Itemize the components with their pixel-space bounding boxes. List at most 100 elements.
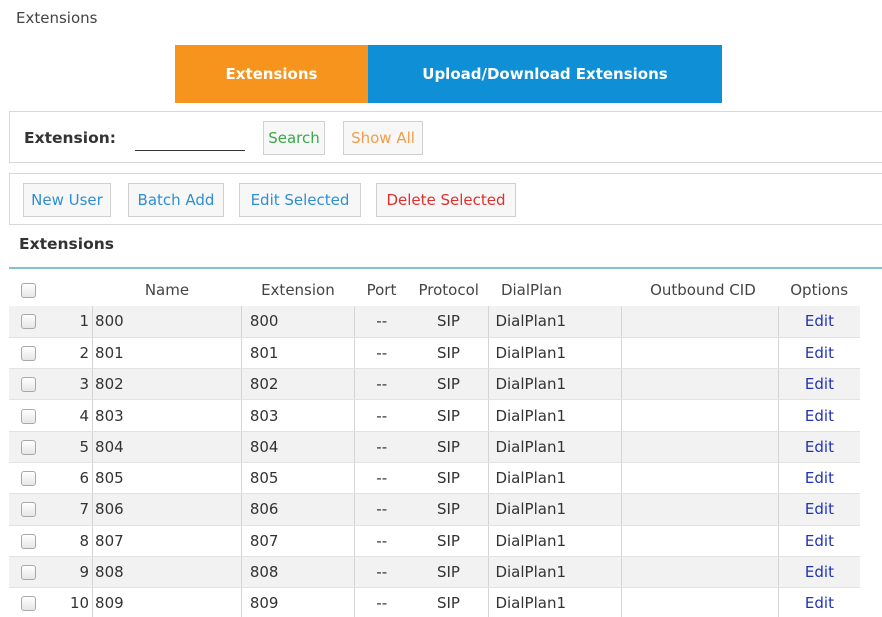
- row-dialplan: DialPlan1: [488, 556, 622, 589]
- breadcrumb: Extensions: [16, 9, 98, 27]
- row-extension: 802: [240, 368, 355, 401]
- action-toolbar: New User Batch Add Edit Selected Delete …: [9, 173, 882, 225]
- batch-add-button[interactable]: Batch Add: [128, 183, 224, 217]
- row-edit-link[interactable]: Edit: [805, 438, 834, 456]
- row-checkbox[interactable]: [20, 471, 36, 487]
- row-index: 3: [47, 368, 93, 401]
- row-dialplan: DialPlan1: [488, 462, 622, 495]
- row-outbound-cid: [620, 306, 779, 338]
- row-outbound-cid: [620, 493, 779, 526]
- row-dialplan: DialPlan1: [488, 525, 622, 557]
- row-dialplan: DialPlan1: [488, 399, 622, 432]
- row-protocol: SIP: [408, 587, 489, 617]
- row-edit-link[interactable]: Edit: [805, 532, 834, 550]
- row-dialplan: DialPlan1: [488, 587, 622, 617]
- table-row: 4 803 803 -- SIP DialPlan1 Edit: [9, 399, 860, 432]
- search-panel: Extension: Search Show All: [9, 111, 882, 163]
- row-checkbox[interactable]: [20, 408, 36, 424]
- row-extension: 806: [240, 493, 355, 526]
- table-row: 1 800 800 -- SIP DialPlan1 Edit: [9, 306, 860, 338]
- row-edit-link[interactable]: Edit: [805, 407, 834, 425]
- table-row: 2 801 801 -- SIP DialPlan1 Edit: [9, 337, 860, 370]
- row-name: 802: [92, 368, 242, 401]
- row-port: --: [353, 493, 409, 526]
- row-port: --: [353, 306, 409, 338]
- row-checkbox[interactable]: [20, 314, 36, 330]
- show-all-button[interactable]: Show All: [343, 121, 423, 155]
- table-row: 6 805 805 -- SIP DialPlan1 Edit: [9, 462, 860, 495]
- row-edit-link[interactable]: Edit: [805, 594, 834, 612]
- row-edit-link[interactable]: Edit: [805, 312, 834, 330]
- row-port: --: [353, 337, 409, 370]
- header-index: [48, 274, 93, 306]
- tab-extensions[interactable]: Extensions: [175, 45, 368, 103]
- row-name: 801: [92, 337, 242, 370]
- row-checkbox[interactable]: [20, 345, 36, 361]
- row-edit-link[interactable]: Edit: [805, 344, 834, 362]
- row-protocol: SIP: [408, 431, 489, 463]
- header-dialplan: DialPlan: [500, 281, 562, 299]
- table-row: 9 808 808 -- SIP DialPlan1 Edit: [9, 556, 860, 589]
- new-user-button[interactable]: New User: [23, 183, 111, 217]
- row-dialplan: DialPlan1: [488, 493, 622, 526]
- row-extension: 808: [240, 556, 355, 589]
- tab-bar: Extensions Upload/Download Extensions: [175, 45, 722, 103]
- row-index: 4: [47, 399, 93, 432]
- row-edit-link[interactable]: Edit: [805, 500, 834, 518]
- row-port: --: [353, 525, 409, 557]
- row-edit-link[interactable]: Edit: [805, 375, 834, 393]
- row-name: 808: [92, 556, 242, 589]
- header-port: Port: [366, 281, 397, 299]
- row-index: 2: [47, 337, 93, 370]
- extension-search-input[interactable]: [135, 127, 245, 151]
- row-outbound-cid: [620, 587, 779, 617]
- tab-upload-download-extensions[interactable]: Upload/Download Extensions: [368, 45, 722, 103]
- header-extension: Extension: [261, 281, 335, 299]
- delete-selected-button[interactable]: Delete Selected: [376, 183, 516, 217]
- row-port: --: [353, 462, 409, 495]
- row-name: 804: [92, 431, 242, 463]
- row-dialplan: DialPlan1: [488, 431, 622, 463]
- row-outbound-cid: [620, 462, 779, 495]
- row-protocol: SIP: [408, 493, 489, 526]
- section-divider: [9, 267, 882, 269]
- row-port: --: [353, 587, 409, 617]
- section-title: Extensions: [19, 235, 114, 253]
- row-name: 809: [92, 587, 242, 617]
- row-outbound-cid: [620, 337, 779, 370]
- row-dialplan: DialPlan1: [488, 306, 622, 338]
- row-checkbox[interactable]: [20, 596, 36, 612]
- row-extension: 801: [240, 337, 355, 370]
- edit-selected-button[interactable]: Edit Selected: [239, 183, 361, 217]
- row-extension: 804: [240, 431, 355, 463]
- row-outbound-cid: [620, 368, 779, 401]
- row-checkbox[interactable]: [20, 565, 36, 581]
- row-index: 8: [47, 525, 93, 557]
- row-dialplan: DialPlan1: [488, 337, 622, 370]
- search-button[interactable]: Search: [263, 121, 325, 155]
- row-extension: 809: [240, 587, 355, 617]
- header-options: Options: [790, 281, 849, 299]
- table-header-row: Name Extension Port Protocol DialPlan Ou…: [9, 274, 860, 306]
- row-checkbox[interactable]: [20, 502, 36, 518]
- row-protocol: SIP: [408, 556, 489, 589]
- header-select-all: [9, 274, 48, 306]
- select-all-checkbox[interactable]: [20, 283, 36, 298]
- row-port: --: [353, 399, 409, 432]
- row-port: --: [353, 556, 409, 589]
- row-outbound-cid: [620, 556, 779, 589]
- row-protocol: SIP: [408, 306, 489, 338]
- row-edit-link[interactable]: Edit: [805, 563, 834, 581]
- row-protocol: SIP: [408, 462, 489, 495]
- extension-search-label: Extension:: [24, 129, 116, 147]
- row-name: 800: [92, 306, 242, 338]
- header-outbound-cid: Outbound CID: [650, 281, 756, 299]
- extensions-table: Name Extension Port Protocol DialPlan Ou…: [9, 274, 860, 617]
- row-edit-link[interactable]: Edit: [805, 469, 834, 487]
- row-checkbox[interactable]: [20, 439, 36, 455]
- row-checkbox[interactable]: [20, 533, 36, 549]
- row-index: 10: [47, 587, 93, 617]
- row-checkbox[interactable]: [20, 377, 36, 393]
- row-name: 805: [92, 462, 242, 495]
- table-row: 10 809 809 -- SIP DialPlan1 Edit: [9, 587, 860, 617]
